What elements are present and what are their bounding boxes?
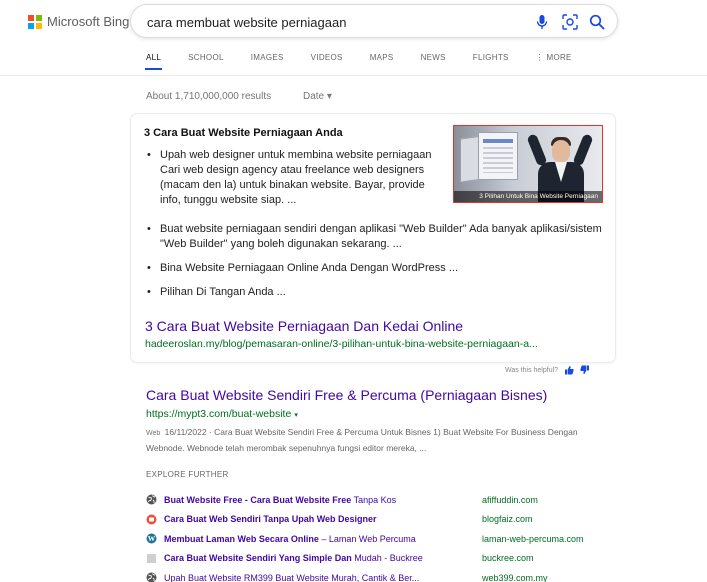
- answer-title: 3 Cara Buat Website Perniagaan Anda: [144, 127, 343, 139]
- answer-bullet: Pilihan Di Tangan Anda ...: [144, 285, 604, 300]
- feedback-bar: Was this helpful?: [505, 365, 590, 375]
- brand-name: Microsoft Bing: [47, 14, 130, 29]
- tab-flights[interactable]: FLIGHTS: [473, 53, 509, 71]
- answer-source-url[interactable]: hadeeroslan.my/blog/pemasaran-online/3-p…: [145, 338, 605, 350]
- answer-thumbnail[interactable]: 3 Pilihan Untuk Bina Website Perniagaan: [453, 125, 603, 203]
- explore-link-bold[interactable]: Buat Website Free - Cara Buat Website Fr…: [164, 495, 351, 505]
- tab-maps[interactable]: MAPS: [370, 53, 394, 71]
- explore-link-bold[interactable]: Membuat Laman Web Secara Online: [164, 534, 319, 544]
- thumbnail-caption: 3 Pilihan Untuk Bina Website Perniagaan: [454, 191, 602, 202]
- visual-search-icon[interactable]: [561, 13, 579, 31]
- search-tabs: ALL SCHOOL IMAGES VIDEOS MAPS NEWS FLIGH…: [144, 53, 599, 71]
- globe-icon: [146, 494, 157, 505]
- tab-school[interactable]: SCHOOL: [188, 53, 224, 71]
- chevron-down-icon[interactable]: ▾: [294, 412, 298, 419]
- explore-link-bold[interactable]: Cara Buat Website Sendiri Yang Simple Da…: [164, 553, 352, 563]
- tab-news[interactable]: NEWS: [421, 53, 446, 71]
- explore-link[interactable]: Cara Buat Website Sendiri Yang Simple Da…: [164, 553, 482, 563]
- bing-logo[interactable]: Microsoft Bing: [28, 14, 129, 29]
- feedback-label: Was this helpful?: [505, 366, 559, 374]
- explore-domain[interactable]: laman-web-percuma.com: [482, 534, 584, 544]
- header: Microsoft Bing ALL SCHOOL IMAGES VIDEOS …: [0, 0, 707, 76]
- thumbs-down-icon[interactable]: [580, 365, 590, 375]
- wordpress-icon: W: [146, 533, 157, 544]
- list-item[interactable]: Buat Website Free - Cara Buat Website Fr…: [146, 490, 616, 510]
- search-icon[interactable]: [588, 13, 606, 31]
- result-count: About 1,710,000,000 results: [146, 91, 272, 102]
- answer-bullet: Bina Website Perniagaan Online Anda Deng…: [144, 261, 604, 276]
- explore-link-rest[interactable]: Mudah - Buckree: [352, 553, 423, 563]
- search-box: [130, 4, 618, 38]
- microsoft-logo-icon: [28, 14, 42, 29]
- list-item[interactable]: W Membuat Laman Web Secara Online – Lama…: [146, 529, 616, 549]
- search-input[interactable]: [147, 13, 527, 31]
- web-tag: Web: [146, 430, 161, 437]
- explore-link-rest[interactable]: – Laman Web Percuma: [319, 534, 415, 544]
- microphone-icon[interactable]: [533, 13, 551, 31]
- explore-further-list: Buat Website Free - Cara Buat Website Fr…: [146, 490, 616, 582]
- globe-icon: [146, 572, 157, 582]
- svg-text:W: W: [148, 534, 156, 543]
- explore-link-rest[interactable]: Tanpa Kos: [351, 495, 397, 505]
- result-url[interactable]: https://mypt3.com/buat-website ▾: [146, 408, 298, 420]
- answer-bullet-list: Upah web designer untuk membina website …: [144, 148, 444, 208]
- tab-images[interactable]: IMAGES: [251, 53, 284, 71]
- list-item[interactable]: Cara Buat Web Sendiri Tanpa Upah Web Des…: [146, 510, 616, 530]
- thumbs-up-icon[interactable]: [564, 365, 574, 375]
- answer-bullet: Buat website perniagaan sendiri dengan a…: [144, 222, 604, 252]
- result-url-text[interactable]: https://mypt3.com/buat-website: [146, 408, 291, 420]
- explore-link[interactable]: Buat Website Free - Cara Buat Website Fr…: [164, 495, 482, 505]
- explore-domain[interactable]: afiffuddin.com: [482, 495, 538, 505]
- list-item[interactable]: Upah Buat Website RM399 Buat Website Mur…: [146, 568, 616, 582]
- tab-videos[interactable]: VIDEOS: [311, 53, 343, 71]
- list-item[interactable]: Cara Buat Website Sendiri Yang Simple Da…: [146, 549, 616, 569]
- answer-bullet-list: Buat website perniagaan sendiri dengan a…: [144, 222, 604, 309]
- result-snippet: Web 16/11/2022 · Cara Buat Website Sendi…: [146, 425, 596, 456]
- explore-further-heading: EXPLORE FURTHER: [146, 470, 229, 479]
- snippet-text: 16/11/2022 · Cara Buat Website Sendiri F…: [146, 427, 578, 453]
- explore-link[interactable]: Upah Buat Website RM399 Buat Website Mur…: [164, 573, 482, 582]
- page-icon: [147, 553, 156, 563]
- tab-all[interactable]: ALL: [144, 53, 163, 71]
- explore-domain[interactable]: blogfaiz.com: [482, 514, 533, 524]
- explore-link-bold[interactable]: Cara Buat Web Sendiri Tanpa Upah Web Des…: [164, 514, 377, 524]
- explore-domain[interactable]: web399.com.my: [482, 573, 548, 582]
- answer-source-link[interactable]: 3 Cara Buat Website Perniagaan Dan Kedai…: [145, 318, 463, 334]
- date-filter-dropdown[interactable]: Date ▾: [303, 91, 332, 102]
- explore-link[interactable]: Membuat Laman Web Secara Online – Laman …: [164, 534, 482, 544]
- answer-card: 3 Cara Buat Website Perniagaan Anda Upah…: [131, 114, 615, 362]
- result-title-link[interactable]: Cara Buat Website Sendiri Free & Percuma…: [146, 387, 547, 403]
- explore-domain[interactable]: buckree.com: [482, 553, 534, 563]
- explore-link[interactable]: Cara Buat Web Sendiri Tanpa Upah Web Des…: [164, 514, 482, 524]
- explore-link-rest[interactable]: Upah Buat Website RM399 Buat Website Mur…: [164, 573, 419, 582]
- blog-favicon-icon: [146, 514, 157, 525]
- answer-bullet: Upah web designer untuk membina website …: [144, 148, 444, 208]
- tab-more[interactable]: ⋮ MORE: [536, 53, 572, 71]
